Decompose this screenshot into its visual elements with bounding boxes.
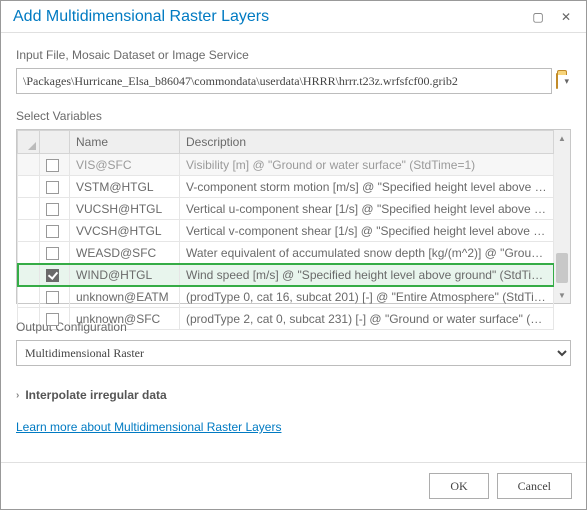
row-name: VIS@SFC [70, 154, 180, 176]
output-config-select[interactable]: Multidimensional Raster [16, 340, 571, 366]
row-description: Vertical u-component shear [1/s] @ "Spec… [180, 198, 554, 220]
checkbox-icon [46, 291, 59, 304]
content: Input File, Mosaic Dataset or Image Serv… [1, 33, 586, 462]
row-name: VUCSH@HTGL [70, 198, 180, 220]
input-file-field[interactable] [16, 68, 552, 94]
row-handle-header[interactable] [18, 131, 40, 154]
checkbox-header[interactable] [40, 131, 70, 154]
row-description: Visibility [m] @ "Ground or water surfac… [180, 154, 554, 176]
table-row[interactable]: VIS@SFCVisibility [m] @ "Ground or water… [18, 154, 554, 176]
row-description: Wind speed [m/s] @ "Specified height lev… [180, 264, 554, 286]
checkbox-icon [46, 159, 59, 172]
titlebar: Add Multidimensional Raster Layers ▢ ✕ [1, 1, 586, 33]
row-checkbox-cell[interactable] [40, 220, 70, 242]
row-handle[interactable] [18, 176, 40, 198]
browse-menu-caret[interactable]: ▾ [562, 76, 571, 87]
row-name: VSTM@HTGL [70, 176, 180, 198]
folder-icon [556, 73, 558, 89]
row-handle[interactable] [18, 154, 40, 176]
select-variables-label: Select Variables [16, 109, 571, 123]
checkbox-icon [46, 225, 59, 238]
row-name: WEASD@SFC [70, 242, 180, 264]
row-name: WIND@HTGL [70, 264, 180, 286]
close-button[interactable]: ✕ [552, 4, 580, 30]
checkbox-icon [46, 181, 59, 194]
output-config-label: Output Configuration [16, 320, 571, 334]
row-description: Vertical v-component shear [1/s] @ "Spec… [180, 220, 554, 242]
input-label: Input File, Mosaic Dataset or Image Serv… [16, 48, 571, 62]
row-handle[interactable] [18, 286, 40, 308]
row-name: unknown@EATM [70, 286, 180, 308]
vertical-scrollbar[interactable]: ▲ ▼ [554, 130, 570, 303]
footer: OK Cancel [1, 462, 586, 509]
learn-more-link[interactable]: Learn more about Multidimensional Raster… [16, 420, 571, 434]
row-handle[interactable] [18, 264, 40, 286]
checkbox-icon [46, 269, 59, 282]
interpolate-expander[interactable]: › Interpolate irregular data [16, 388, 571, 402]
dialog-title: Add Multidimensional Raster Layers [13, 8, 524, 26]
checkbox-icon [46, 313, 59, 326]
checkbox-icon [46, 247, 59, 260]
ok-button[interactable]: OK [429, 473, 488, 499]
row-handle[interactable] [18, 220, 40, 242]
variables-table: Name Description VIS@SFCVisibility [m] @… [17, 130, 554, 330]
variables-table-wrap: Name Description VIS@SFCVisibility [m] @… [16, 129, 571, 304]
scroll-up-icon: ▲ [554, 130, 570, 146]
table-row[interactable]: VUCSH@HTGLVertical u-component shear [1/… [18, 198, 554, 220]
description-header[interactable]: Description [180, 131, 554, 154]
row-checkbox-cell[interactable] [40, 264, 70, 286]
maximize-button[interactable]: ▢ [524, 4, 552, 30]
checkbox-icon [46, 203, 59, 216]
row-description: Water equivalent of accumulated snow dep… [180, 242, 554, 264]
table-row[interactable]: unknown@EATM(prodType 0, cat 16, subcat … [18, 286, 554, 308]
table-row[interactable]: VSTM@HTGLV-component storm motion [m/s] … [18, 176, 554, 198]
row-description: (prodType 0, cat 16, subcat 201) [-] @ "… [180, 286, 554, 308]
scroll-thumb[interactable] [556, 253, 568, 283]
row-checkbox-cell[interactable] [40, 154, 70, 176]
chevron-right-icon: › [16, 390, 19, 401]
row-checkbox-cell[interactable] [40, 242, 70, 264]
cancel-button[interactable]: Cancel [497, 473, 572, 499]
browse-button[interactable] [556, 74, 558, 88]
scroll-down-icon: ▼ [554, 287, 570, 303]
row-checkbox-cell[interactable] [40, 286, 70, 308]
row-name: VVCSH@HTGL [70, 220, 180, 242]
row-checkbox-cell[interactable] [40, 176, 70, 198]
row-description: V-component storm motion [m/s] @ "Specif… [180, 176, 554, 198]
interpolate-label: Interpolate irregular data [25, 388, 166, 402]
row-handle[interactable] [18, 198, 40, 220]
table-row[interactable]: WIND@HTGLWind speed [m/s] @ "Specified h… [18, 264, 554, 286]
dialog: Add Multidimensional Raster Layers ▢ ✕ I… [0, 0, 587, 510]
row-checkbox-cell[interactable] [40, 198, 70, 220]
table-row[interactable]: VVCSH@HTGLVertical v-component shear [1/… [18, 220, 554, 242]
table-row[interactable]: WEASD@SFCWater equivalent of accumulated… [18, 242, 554, 264]
name-header[interactable]: Name [70, 131, 180, 154]
row-handle[interactable] [18, 242, 40, 264]
